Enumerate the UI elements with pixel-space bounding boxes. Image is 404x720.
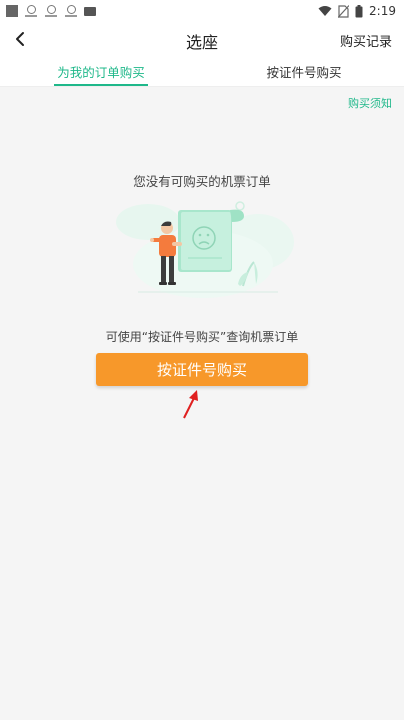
app-square-icon bbox=[6, 5, 18, 17]
purchase-notice-link[interactable]: 购买须知 bbox=[348, 95, 392, 111]
tab-bar: 为我的订单购买 按证件号购买 bbox=[0, 56, 404, 87]
app-notification-icon bbox=[24, 5, 38, 17]
clock-time: 2:19 bbox=[369, 4, 396, 18]
buy-by-id-button[interactable]: 按证件号购买 bbox=[96, 353, 308, 386]
empty-state-message: 您没有可购买的机票订单 bbox=[133, 174, 271, 189]
app-notification-icon bbox=[64, 5, 78, 17]
active-tab-indicator bbox=[54, 84, 148, 86]
notification-icons bbox=[0, 5, 96, 17]
tab-my-orders[interactable]: 为我的订单购买 bbox=[52, 56, 150, 86]
person-with-document-illustration bbox=[116, 201, 294, 298]
annotation-arrow-icon bbox=[183, 390, 198, 419]
app-notification-icon bbox=[44, 5, 58, 17]
no-sim-icon bbox=[338, 4, 350, 18]
app-bar: 选座 购买记录 bbox=[0, 22, 404, 56]
back-button[interactable] bbox=[10, 28, 32, 50]
purchase-records-link[interactable]: 购买记录 bbox=[340, 31, 392, 50]
battery-icon bbox=[355, 4, 363, 17]
app-dark-icon bbox=[84, 6, 96, 16]
chevron-left-icon bbox=[16, 32, 24, 46]
wifi-icon bbox=[318, 6, 332, 16]
status-bar: 2:19 bbox=[0, 0, 404, 22]
tab-buy-by-id[interactable]: 按证件号购买 bbox=[255, 56, 353, 86]
hint-text: 可使用“按证件号购买”查询机票订单 bbox=[105, 330, 299, 344]
